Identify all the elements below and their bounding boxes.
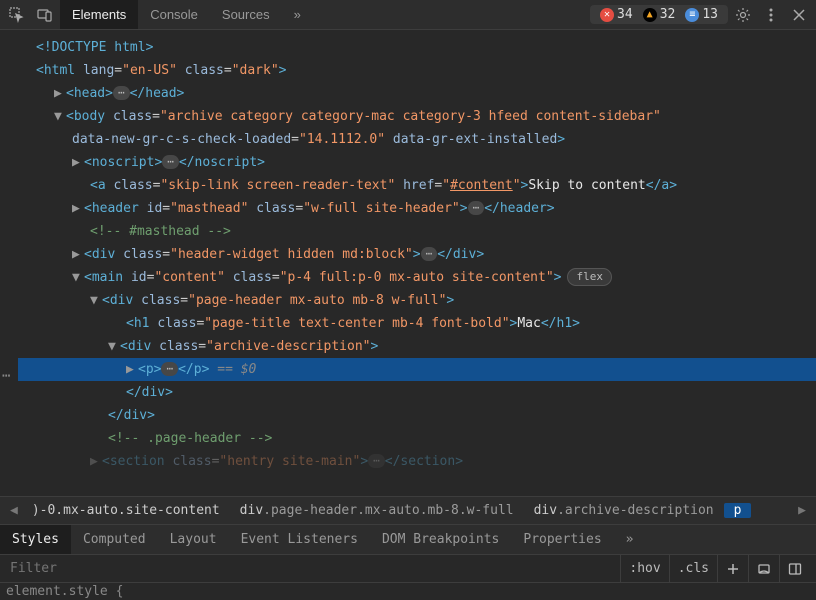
panel-tabs: Elements Console Sources » [60, 0, 313, 29]
dom-node-main[interactable]: ▼<main id="content" class="p-4 full:p-0 … [18, 266, 816, 289]
info-count-value: 13 [702, 7, 718, 22]
ellipsis-icon[interactable]: ⋯ [421, 247, 438, 261]
crumb-prev-icon[interactable]: ◀ [6, 503, 22, 518]
gutter: ⋯ [0, 30, 18, 496]
new-style-rule-icon[interactable] [717, 555, 748, 582]
dom-node-div-archive[interactable]: ▼<div class="archive-description"> [18, 335, 816, 358]
ellipsis-icon[interactable]: ⋯ [468, 201, 485, 215]
dom-node-html[interactable]: <html lang="en-US" class="dark"> [18, 59, 816, 82]
element-style-label: element.style { [6, 584, 123, 599]
tab-console[interactable]: Console [138, 0, 210, 29]
dom-node-head[interactable]: ▶<head>⋯</head> [18, 82, 816, 105]
styles-tab-computed[interactable]: Computed [71, 525, 158, 554]
hov-toggle[interactable]: :hov [620, 555, 668, 582]
dom-node-body-attrs[interactable]: data-new-gr-c-s-check-loaded="14.1112.0"… [18, 128, 816, 151]
styles-tab-eventlisteners[interactable]: Event Listeners [229, 525, 370, 554]
styles-tab-overflow[interactable]: » [614, 525, 646, 554]
inspect-icon[interactable] [4, 2, 30, 28]
more-menu-icon[interactable] [758, 2, 784, 28]
error-count[interactable]: ✕34 [596, 7, 637, 22]
filter-input[interactable] [6, 561, 620, 576]
selected-line-marker: ⋯ [2, 368, 8, 384]
ellipsis-icon[interactable]: ⋯ [162, 155, 179, 169]
expand-arrow-icon[interactable]: ▶ [72, 243, 84, 266]
ellipsis-icon[interactable]: ⋯ [113, 86, 130, 100]
issue-counters[interactable]: ✕34 ▲32 ≡13 [590, 5, 728, 24]
devtools-toolbar: Elements Console Sources » ✕34 ▲32 ≡13 [0, 0, 816, 30]
collapse-arrow-icon[interactable]: ▼ [90, 289, 102, 312]
error-count-value: 34 [617, 7, 633, 22]
dom-node-selected-p[interactable]: ▶<p>⋯</p> == $0 [18, 358, 816, 381]
dom-node-doctype[interactable]: <!DOCTYPE html> [18, 36, 816, 59]
dom-comment[interactable]: <!-- .page-header --> [18, 427, 816, 450]
computed-styles-icon[interactable] [748, 555, 779, 582]
expand-arrow-icon[interactable]: ▶ [126, 358, 138, 381]
styles-tab-layout[interactable]: Layout [158, 525, 229, 554]
dom-node-header[interactable]: ▶<header id="masthead" class="w-full sit… [18, 197, 816, 220]
dom-node-truncated[interactable]: ▶<section class="hentry site-main">⋯</se… [18, 450, 816, 473]
dom-node-div-headerwidget[interactable]: ▶<div class="header-widget hidden md:blo… [18, 243, 816, 266]
dom-tree[interactable]: <!DOCTYPE html> <html lang="en-US" class… [18, 30, 816, 496]
ellipsis-icon[interactable]: ⋯ [161, 362, 178, 376]
styles-tab-dombreakpoints[interactable]: DOM Breakpoints [370, 525, 511, 554]
close-icon[interactable] [786, 2, 812, 28]
styles-content-preview: element.style { [0, 582, 816, 600]
settings-icon[interactable] [730, 2, 756, 28]
dom-comment[interactable]: <!-- #masthead --> [18, 220, 816, 243]
collapse-arrow-icon[interactable]: ▼ [72, 266, 84, 289]
collapse-arrow-icon[interactable]: ▼ [54, 105, 66, 128]
expand-arrow-icon[interactable]: ▶ [54, 82, 66, 105]
dollar-zero-ref: == $0 [209, 362, 256, 377]
expand-arrow-icon[interactable]: ▶ [72, 197, 84, 220]
elements-panel: ⋯ <!DOCTYPE html> <html lang="en-US" cla… [0, 30, 816, 496]
styles-tab-properties[interactable]: Properties [511, 525, 613, 554]
styles-tab-bar: Styles Computed Layout Event Listeners D… [0, 524, 816, 554]
breadcrumb-item-active[interactable]: p [724, 503, 752, 518]
dom-breadcrumbs: ◀ )-0.mx-auto.site-content div.page-head… [0, 496, 816, 524]
error-icon: ✕ [600, 8, 614, 22]
expand-arrow-icon[interactable]: ▶ [72, 151, 84, 174]
styles-filter-row: :hov .cls [0, 554, 816, 582]
info-icon: ≡ [685, 8, 699, 22]
dom-node-noscript[interactable]: ▶<noscript>⋯</noscript> [18, 151, 816, 174]
info-count[interactable]: ≡13 [681, 7, 722, 22]
warning-count-value: 32 [660, 7, 676, 22]
device-toolbar-icon[interactable] [32, 2, 58, 28]
dom-close-div[interactable]: </div> [18, 404, 816, 427]
breadcrumb-item[interactable]: div.archive-description [524, 503, 724, 518]
collapse-arrow-icon[interactable]: ▼ [108, 335, 120, 358]
flex-badge[interactable]: flex [567, 268, 612, 286]
dom-node-h1[interactable]: <h1 class="page-title text-center mb-4 f… [18, 312, 816, 335]
dom-node-div-pageheader[interactable]: ▼<div class="page-header mx-auto mb-8 w-… [18, 289, 816, 312]
tab-elements[interactable]: Elements [60, 0, 138, 29]
warning-count[interactable]: ▲32 [639, 7, 680, 22]
dom-node-body[interactable]: ▼<body class="archive category category-… [18, 105, 816, 128]
warning-icon: ▲ [643, 8, 657, 22]
breadcrumb-item[interactable]: div.page-header.mx-auto.mb-8.w-full [230, 503, 524, 518]
dom-close-div[interactable]: </div> [18, 381, 816, 404]
cls-toggle[interactable]: .cls [669, 555, 717, 582]
tab-sources[interactable]: Sources [210, 0, 282, 29]
crumb-next-icon[interactable]: ▶ [794, 503, 810, 518]
tabs-overflow[interactable]: » [282, 0, 313, 29]
toggle-sidebar-icon[interactable] [779, 555, 810, 582]
styles-tab-styles[interactable]: Styles [0, 525, 71, 554]
dom-node-a-skip[interactable]: <a class="skip-link screen-reader-text" … [18, 174, 816, 197]
breadcrumb-item[interactable]: )-0.mx-auto.site-content [22, 503, 230, 518]
